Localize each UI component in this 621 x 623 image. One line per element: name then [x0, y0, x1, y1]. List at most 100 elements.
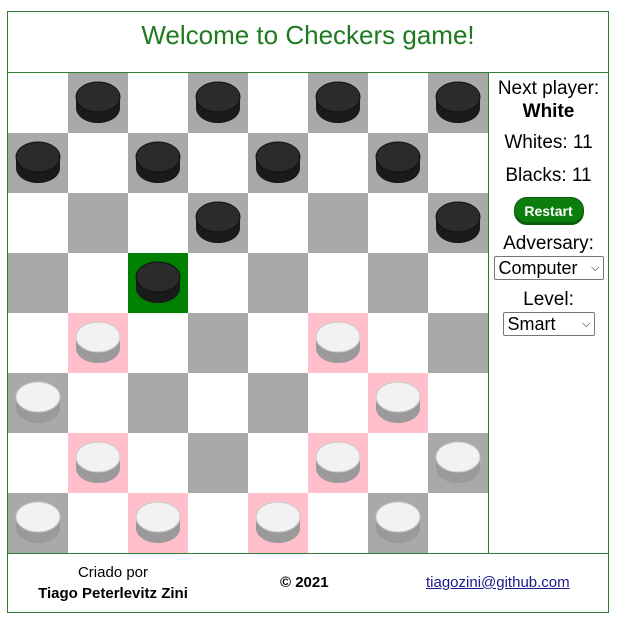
next-player-label: Next player:	[497, 78, 600, 99]
board-square[interactable]	[68, 253, 128, 313]
board-square[interactable]	[68, 493, 128, 553]
black-checker-piece[interactable]	[15, 141, 61, 185]
black-checker-piece[interactable]	[435, 81, 481, 125]
board-square[interactable]	[248, 433, 308, 493]
white-checker-piece[interactable]	[15, 381, 61, 425]
board-square[interactable]	[188, 133, 248, 193]
checkers-board	[8, 73, 488, 553]
board-square[interactable]	[248, 493, 308, 553]
board-square[interactable]	[8, 133, 68, 193]
white-checker-piece[interactable]	[75, 321, 121, 365]
board-square[interactable]	[188, 73, 248, 133]
board-square[interactable]	[308, 373, 368, 433]
board-square[interactable]	[308, 493, 368, 553]
board-square[interactable]	[308, 253, 368, 313]
board-square[interactable]	[128, 373, 188, 433]
board-square[interactable]	[368, 253, 428, 313]
white-checker-piece[interactable]	[15, 501, 61, 545]
board-square[interactable]	[8, 433, 68, 493]
adversary-select[interactable]: Computer ⌵	[493, 256, 604, 280]
whites-count: Whites: 11	[504, 132, 593, 153]
board-square[interactable]	[368, 493, 428, 553]
board-square[interactable]	[428, 193, 488, 253]
adversary-label: Adversary:	[503, 233, 594, 254]
board-square[interactable]	[368, 433, 428, 493]
board-square[interactable]	[308, 133, 368, 193]
board-square[interactable]	[248, 193, 308, 253]
board-square[interactable]	[428, 73, 488, 133]
board-square[interactable]	[8, 73, 68, 133]
white-checker-piece[interactable]	[255, 501, 301, 545]
game-sidebar: Next player: White Whites: 11 Blacks: 11…	[488, 73, 608, 553]
next-player-value: White	[522, 101, 575, 122]
black-checker-piece[interactable]	[435, 201, 481, 245]
level-selected-value: Smart	[507, 313, 556, 334]
board-square[interactable]	[68, 193, 128, 253]
board-square[interactable]	[188, 313, 248, 373]
board-square[interactable]	[128, 433, 188, 493]
board-square[interactable]	[128, 193, 188, 253]
board-square[interactable]	[248, 373, 308, 433]
black-checker-piece[interactable]	[135, 261, 181, 305]
board-square[interactable]	[368, 193, 428, 253]
white-checker-piece[interactable]	[315, 321, 361, 365]
board-square[interactable]	[68, 433, 128, 493]
board-square[interactable]	[128, 253, 188, 313]
level-select[interactable]: Smart ⌵	[502, 312, 595, 336]
board-square[interactable]	[68, 73, 128, 133]
board-square[interactable]	[68, 373, 128, 433]
board-square[interactable]	[128, 313, 188, 373]
board-square[interactable]	[308, 433, 368, 493]
board-square[interactable]	[248, 73, 308, 133]
board-square[interactable]	[428, 313, 488, 373]
white-checker-piece[interactable]	[375, 381, 421, 425]
board-square[interactable]	[248, 133, 308, 193]
restart-button[interactable]: Restart	[513, 197, 584, 225]
black-checker-piece[interactable]	[375, 141, 421, 185]
board-square[interactable]	[308, 313, 368, 373]
page-title: Welcome to Checkers game!	[141, 20, 475, 50]
board-square[interactable]	[368, 73, 428, 133]
board-square[interactable]	[128, 493, 188, 553]
white-checker-piece[interactable]	[315, 441, 361, 485]
white-checker-piece[interactable]	[435, 441, 481, 485]
board-square[interactable]	[368, 133, 428, 193]
board-square[interactable]	[8, 313, 68, 373]
board-square[interactable]	[368, 373, 428, 433]
github-link[interactable]: tiagozini@github.com	[426, 574, 570, 591]
level-label: Level:	[523, 289, 574, 310]
white-checker-piece[interactable]	[135, 501, 181, 545]
board-square[interactable]	[428, 493, 488, 553]
board-square[interactable]	[8, 253, 68, 313]
board-square[interactable]	[188, 193, 248, 253]
board-square[interactable]	[368, 313, 428, 373]
black-checker-piece[interactable]	[195, 201, 241, 245]
board-square[interactable]	[248, 313, 308, 373]
board-square[interactable]	[428, 133, 488, 193]
board-square[interactable]	[248, 253, 308, 313]
black-checker-piece[interactable]	[255, 141, 301, 185]
board-square[interactable]	[308, 193, 368, 253]
board-square[interactable]	[8, 373, 68, 433]
board-square[interactable]	[308, 73, 368, 133]
board-square[interactable]	[188, 433, 248, 493]
board-square[interactable]	[188, 253, 248, 313]
black-checker-piece[interactable]	[315, 81, 361, 125]
board-square[interactable]	[128, 133, 188, 193]
board-square[interactable]	[428, 253, 488, 313]
chevron-down-icon: ⌵	[582, 317, 591, 330]
white-checker-piece[interactable]	[75, 441, 121, 485]
board-square[interactable]	[8, 193, 68, 253]
board-square[interactable]	[8, 493, 68, 553]
board-square[interactable]	[68, 313, 128, 373]
board-square[interactable]	[128, 73, 188, 133]
black-checker-piece[interactable]	[135, 141, 181, 185]
board-square[interactable]	[428, 433, 488, 493]
board-square[interactable]	[188, 493, 248, 553]
board-square[interactable]	[68, 133, 128, 193]
black-checker-piece[interactable]	[195, 81, 241, 125]
board-square[interactable]	[428, 373, 488, 433]
white-checker-piece[interactable]	[375, 501, 421, 545]
black-checker-piece[interactable]	[75, 81, 121, 125]
board-square[interactable]	[188, 373, 248, 433]
